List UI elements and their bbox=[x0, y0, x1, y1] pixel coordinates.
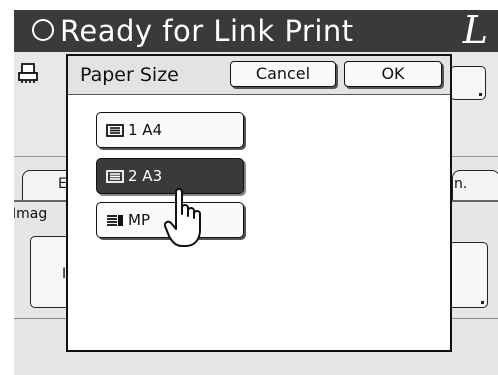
paper-tray-icon bbox=[106, 124, 124, 137]
screen-title: Ready for Link Print bbox=[60, 14, 354, 48]
paper-option-label: MP bbox=[128, 211, 150, 229]
title-bar: Ready for Link Print L bbox=[14, 10, 498, 52]
mode-indicator: L bbox=[462, 10, 488, 52]
dialog-title: Paper Size bbox=[80, 64, 179, 86]
background-button-bottom-right[interactable] bbox=[448, 242, 488, 308]
paper-size-dialog: Paper Size Cancel OK 1 A4 2 A3 MP bbox=[66, 54, 452, 352]
touch-panel-screen: Ready for Link Print L E n. Imag I Paper… bbox=[14, 10, 498, 375]
background-button-right[interactable] bbox=[450, 66, 486, 100]
paper-option-label: 1 A4 bbox=[128, 121, 163, 139]
ok-button[interactable]: OK bbox=[344, 61, 442, 87]
paper-option-tray-1[interactable]: 1 A4 bbox=[96, 112, 244, 148]
paper-option-label: 2 A3 bbox=[128, 167, 163, 185]
paper-tray-icon bbox=[106, 170, 124, 183]
printer-icon bbox=[18, 63, 38, 83]
cancel-button[interactable]: Cancel bbox=[230, 61, 336, 87]
background-tab-right-label: n. bbox=[454, 176, 468, 192]
status-ring-icon bbox=[32, 19, 54, 41]
pointing-hand-icon bbox=[164, 188, 201, 247]
manual-feed-tray-icon bbox=[107, 215, 123, 226]
background-image-label: Imag bbox=[14, 206, 48, 222]
dialog-header: Paper Size Cancel OK bbox=[68, 56, 450, 95]
